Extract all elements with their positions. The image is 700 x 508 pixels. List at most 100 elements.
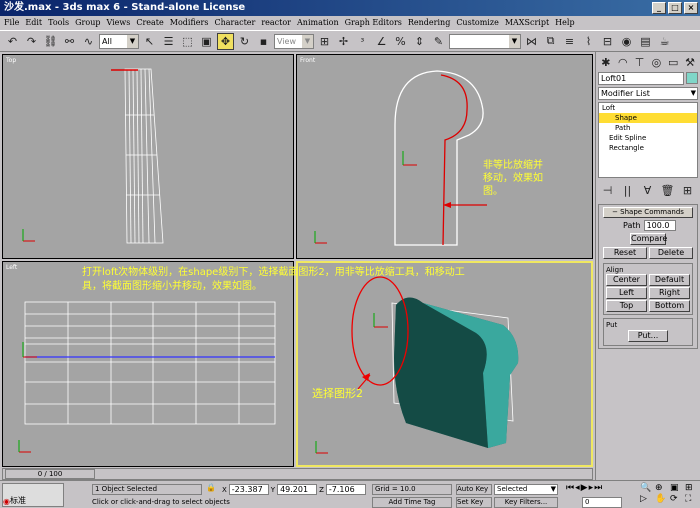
menu-group[interactable]: Group	[75, 16, 100, 30]
auto-key-button[interactable]: Auto Key	[456, 484, 492, 495]
align-default-button[interactable]: Default	[649, 274, 690, 286]
ime-indicator[interactable]: ◉ 标准	[2, 483, 64, 507]
motion-tab-icon[interactable]: ◎	[648, 54, 664, 71]
link-icon[interactable]: ⛓	[42, 33, 59, 50]
pivot-center-icon[interactable]: ⊞	[316, 33, 333, 50]
add-time-tag-button[interactable]: Add Time Tag	[372, 497, 452, 508]
object-name-field[interactable]: Loft01	[598, 72, 684, 85]
go-to-start-icon[interactable]: ⏮	[566, 483, 574, 493]
key-filters-button[interactable]: Key Filters...	[494, 497, 558, 508]
window-crossing-icon[interactable]: ▣	[198, 33, 215, 50]
modifier-list-dropdown[interactable]: Modifier List ▼	[598, 87, 698, 100]
close-button[interactable]: ×	[684, 2, 698, 14]
redo-icon[interactable]: ↷	[23, 33, 40, 50]
snap-toggle-icon[interactable]: ᶟ	[354, 33, 371, 50]
stack-item-shape[interactable]: Shape	[599, 113, 697, 123]
select-arrow-icon[interactable]: ↖	[141, 33, 158, 50]
rollout-title[interactable]: − Shape Commands	[603, 207, 693, 218]
quick-render-icon[interactable]: ☕	[656, 33, 673, 50]
make-unique-icon[interactable]: ∀	[639, 182, 656, 199]
pan-icon[interactable]: ✋	[655, 494, 669, 504]
menu-animation[interactable]: Animation	[297, 16, 339, 30]
undo-icon[interactable]: ↶	[4, 33, 21, 50]
compare-button[interactable]: Compare	[630, 233, 667, 245]
mirror-icon[interactable]: ⋈	[523, 33, 540, 50]
zoom-icon[interactable]: 🔍	[640, 483, 654, 493]
arc-rotate-icon[interactable]: ⟳	[670, 494, 684, 504]
layer-manager-icon[interactable]: ≡	[561, 33, 578, 50]
menu-modifiers[interactable]: Modifiers	[170, 16, 209, 30]
stack-item-rectangle[interactable]: Rectangle	[599, 143, 697, 153]
material-editor-icon[interactable]: ◉	[618, 33, 635, 50]
x-coordinate[interactable]: -23.387	[228, 484, 269, 495]
next-frame-icon[interactable]: ▸	[589, 483, 594, 493]
align-bottom-button[interactable]: Bottom	[649, 300, 690, 312]
maximize-button[interactable]: □	[668, 2, 682, 14]
stack-item-loft[interactable]: Loft	[599, 103, 697, 113]
minimize-button[interactable]: _	[652, 2, 666, 14]
zoom-extents-all-icon[interactable]: ⊞	[685, 483, 699, 493]
menu-customize[interactable]: Customize	[456, 16, 499, 30]
utilities-tab-icon[interactable]: ⚒	[682, 54, 698, 71]
menu-views[interactable]: Views	[106, 16, 130, 30]
pin-stack-icon[interactable]: ⊣	[599, 182, 616, 199]
create-tab-icon[interactable]: ✱	[598, 54, 614, 71]
path-spinner[interactable]: 100.0	[643, 220, 676, 231]
time-slider[interactable]: 0 / 100	[5, 469, 95, 479]
viewport-front[interactable]: Front 非等比放缩并 移动，效果如 图。	[296, 54, 593, 259]
viewport-top[interactable]: Top	[2, 54, 294, 259]
hierarchy-tab-icon[interactable]: ⊤	[632, 54, 648, 71]
align-center-button[interactable]: Center	[606, 274, 647, 286]
zoom-all-icon[interactable]: ⊕	[655, 483, 669, 493]
schematic-view-icon[interactable]: ⊟	[599, 33, 616, 50]
menu-character[interactable]: Character	[214, 16, 255, 30]
time-slider-track[interactable]: 0 / 100	[2, 468, 593, 480]
set-key-button[interactable]: Set Key	[456, 497, 492, 508]
menu-rendering[interactable]: Rendering	[408, 16, 450, 30]
menu-graph-editors[interactable]: Graph Editors	[345, 16, 402, 30]
align-top-button[interactable]: Top	[606, 300, 647, 312]
align-left-button[interactable]: Left	[606, 287, 647, 299]
remove-modifier-icon[interactable]: 🗑	[659, 182, 676, 199]
select-manipulate-icon[interactable]: ✢	[335, 33, 352, 50]
named-selection-icon[interactable]: ✎	[430, 33, 447, 50]
field-of-view-icon[interactable]: ▷	[640, 494, 654, 504]
z-coordinate[interactable]: -7.106	[325, 484, 366, 495]
named-selection-sets-dropdown[interactable]: ▼	[449, 33, 521, 49]
lock-selection-icon[interactable]: 🔒	[206, 483, 218, 495]
menu-maxscript[interactable]: MAXScript	[505, 16, 549, 30]
curve-editor-icon[interactable]: ⌇	[580, 33, 597, 50]
previous-frame-icon[interactable]: ◂	[575, 483, 580, 493]
render-scene-icon[interactable]: ▤	[637, 33, 654, 50]
y-coordinate[interactable]: 49.201	[277, 484, 318, 495]
menu-tools[interactable]: Tools	[48, 16, 69, 30]
rotate-icon[interactable]: ↻	[236, 33, 253, 50]
configure-sets-icon[interactable]: ⊞	[679, 182, 696, 199]
object-color-swatch[interactable]	[686, 72, 698, 84]
stack-item-edit-spline[interactable]: Edit Spline	[599, 133, 697, 143]
selection-filter-dropdown[interactable]: All ▼	[99, 33, 139, 49]
move-icon[interactable]: ✥	[217, 32, 234, 50]
go-to-end-icon[interactable]: ⏭	[594, 483, 602, 493]
menu-edit[interactable]: Edit	[25, 16, 42, 30]
rect-selection-icon[interactable]: ⬚	[179, 33, 196, 50]
percent-snap-icon[interactable]: %	[392, 33, 409, 50]
bind-space-warp-icon[interactable]: ∿	[80, 33, 97, 50]
reference-coordinate-dropdown[interactable]: View ▼	[274, 33, 314, 49]
key-mode-dropdown[interactable]: Selected ▼	[494, 484, 558, 495]
zoom-extents-icon[interactable]: ▣	[670, 483, 684, 493]
select-by-name-icon[interactable]: ☰	[160, 33, 177, 50]
reset-button[interactable]: Reset	[603, 247, 647, 259]
maximize-viewport-icon[interactable]: ⛶	[685, 494, 699, 504]
align-right-button[interactable]: Right	[649, 287, 690, 299]
display-tab-icon[interactable]: ▭	[665, 54, 681, 71]
align-icon[interactable]: ⧉	[542, 33, 559, 50]
menu-reactor[interactable]: reactor	[261, 16, 291, 30]
unlink-icon[interactable]: ⚯	[61, 33, 78, 50]
modify-tab-icon[interactable]: ◠	[615, 54, 631, 71]
menu-create[interactable]: Create	[136, 16, 163, 30]
menu-file[interactable]: File	[4, 16, 19, 30]
stack-item-path[interactable]: Path	[599, 123, 697, 133]
current-frame-field[interactable]: 0	[582, 497, 622, 508]
play-icon[interactable]: ▶	[581, 483, 588, 493]
